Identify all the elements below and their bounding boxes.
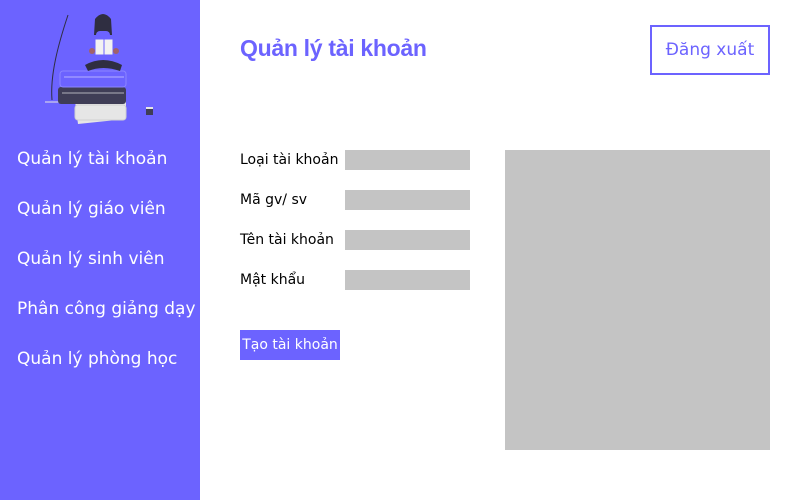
form-row-user-code: Mã gv/ sv <box>240 190 470 210</box>
account-list-panel <box>505 150 770 450</box>
form-row-username: Tên tài khoản <box>240 230 470 250</box>
form-row-password: Mật khẩu <box>240 270 470 290</box>
person-reading-on-books-icon <box>45 14 153 124</box>
user-code-label: Mã gv/ sv <box>240 192 308 208</box>
sidebar-item-student-management[interactable]: Quản lý sinh viên <box>17 246 196 296</box>
account-type-field[interactable] <box>345 150 470 170</box>
form-row-account-type: Loại tài khoản <box>240 150 470 170</box>
user-code-field[interactable] <box>345 190 470 210</box>
username-field[interactable] <box>345 230 470 250</box>
password-field[interactable] <box>345 270 470 290</box>
logout-button[interactable]: Đăng xuất <box>650 25 770 75</box>
sidebar-item-teaching-assignment[interactable]: Phân công giảng dạy <box>17 296 196 346</box>
account-type-label: Loại tài khoản <box>240 152 339 168</box>
password-label: Mật khẩu <box>240 272 306 288</box>
sidebar: Quản lý tài khoản Quản lý giáo viên Quản… <box>0 0 200 500</box>
sidebar-item-room-management[interactable]: Quản lý phòng học <box>17 346 196 396</box>
sidebar-nav: Quản lý tài khoản Quản lý giáo viên Quản… <box>17 146 196 396</box>
username-label: Tên tài khoản <box>240 232 334 248</box>
sidebar-item-teacher-management[interactable]: Quản lý giáo viên <box>17 196 196 246</box>
page-title: Quản lý tài khoản <box>240 35 427 61</box>
sidebar-item-account-management[interactable]: Quản lý tài khoản <box>17 146 196 196</box>
create-account-button[interactable]: Tạo tài khoản <box>240 330 340 360</box>
